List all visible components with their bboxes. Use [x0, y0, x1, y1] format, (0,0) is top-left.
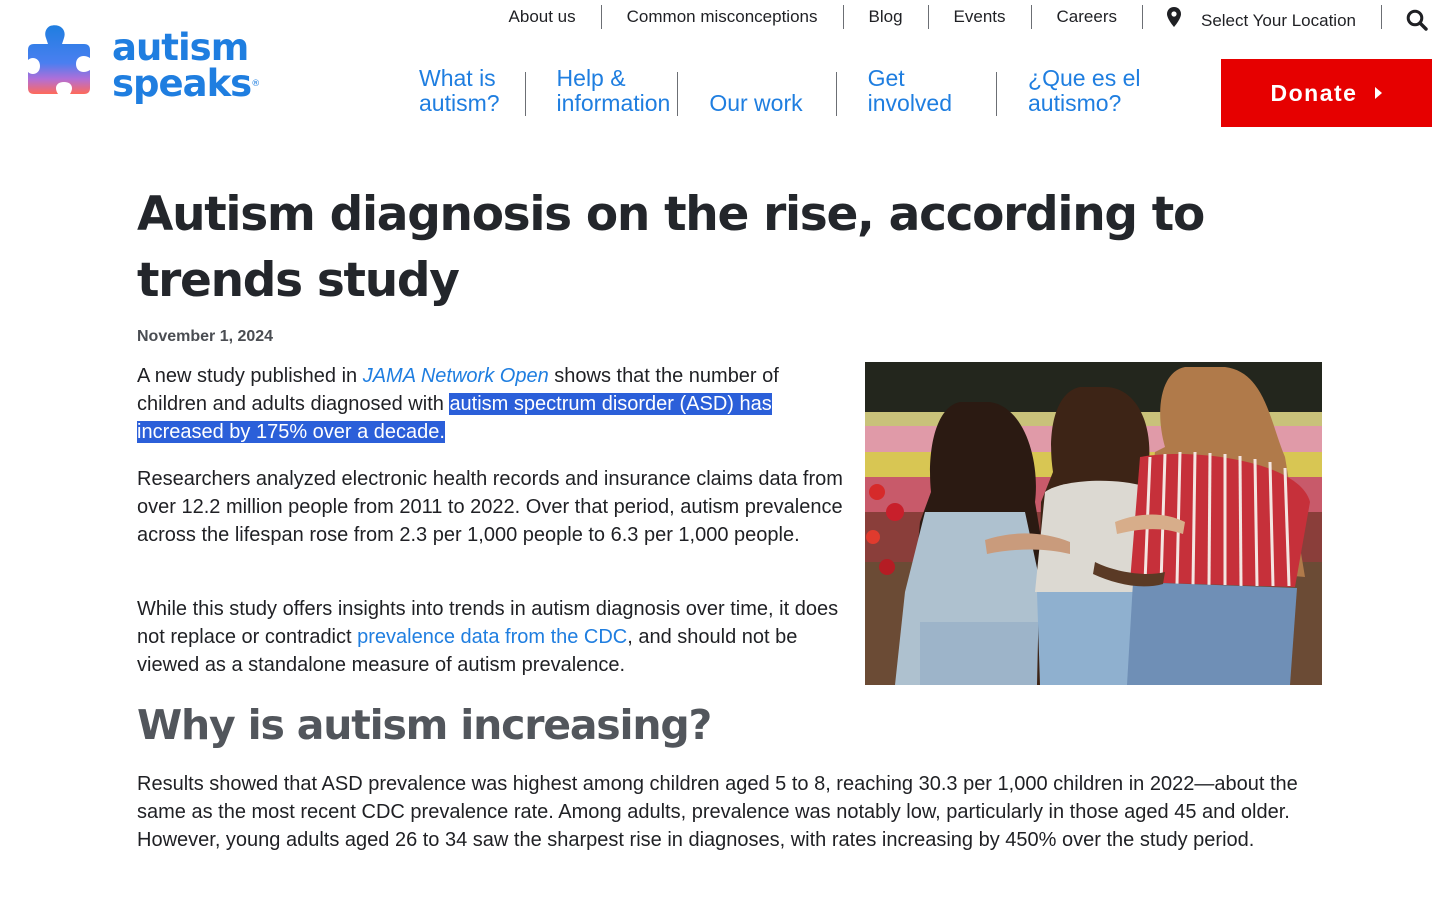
nav-link-our-work[interactable]: Our work [709, 91, 802, 116]
nav-link-get-involved[interactable]: Get involved [868, 66, 952, 116]
map-pin-icon [1166, 7, 1181, 27]
nav-label-line2: autism? [419, 90, 500, 116]
article-date: November 1, 2024 [137, 328, 274, 345]
donate-button[interactable]: Donate [1221, 59, 1432, 127]
nav-label-line2: involved [867, 90, 953, 116]
section-heading: Why is autism increasing? [137, 701, 712, 749]
jama-network-open-link[interactable]: JAMA Network Open [363, 365, 549, 387]
registered-mark: ® [251, 79, 261, 89]
utility-link-common-misconceptions[interactable]: Common misconceptions [602, 5, 843, 29]
autism-speaks-logo[interactable]: autism speaks® [26, 24, 260, 108]
puzzle-piece-icon [28, 25, 90, 94]
nav-item-our-work: Our work [678, 64, 837, 116]
utility-link-careers[interactable]: Careers [1032, 5, 1142, 29]
nav-label-line2: information [556, 90, 671, 116]
nav-label: Our work [709, 90, 803, 116]
search-icon [1406, 9, 1428, 31]
nav-link-help-information[interactable]: Help & information [557, 66, 671, 116]
donate-label: Donate [1270, 79, 1358, 106]
nav-link-que-es-el-autismo[interactable]: ¿Que es el autismo? [1028, 66, 1141, 116]
article-paragraph-1: A new study published in JAMA Network Op… [137, 362, 849, 446]
utility-link-events[interactable]: Events [929, 5, 1031, 29]
text-span: A new study published in [137, 365, 363, 387]
utility-link-about-us[interactable]: About us [484, 5, 601, 29]
three-women-flower-field-photo [865, 362, 1322, 685]
brand-wordmark: autism speaks® [112, 26, 261, 105]
nav-item-what-is-autism: What is autism? [393, 64, 526, 116]
article-paragraph-3: While this study offers insights into tr… [137, 595, 849, 679]
nav-label-line1: What is [419, 65, 496, 91]
nav-label-line2: autismo? [1028, 90, 1122, 116]
nav-item-que-es-el-autismo: ¿Que es el autismo? [997, 64, 1141, 116]
utility-nav: About us Common misconceptions Blog Even… [484, 0, 1428, 34]
nav-item-get-involved: Get involved [837, 64, 998, 116]
select-location-label: Select Your Location [1200, 11, 1356, 30]
brand-name-line2: speaks [112, 62, 252, 105]
article-paragraph-2: Researchers analyzed electronic health r… [137, 468, 843, 546]
nav-link-what-is-autism[interactable]: What is autism? [419, 66, 500, 116]
main-nav: What is autism? Help & information Our wor… [393, 64, 1141, 116]
nav-label-line1: Get [867, 65, 905, 91]
utility-link-blog[interactable]: Blog [844, 5, 928, 29]
nav-label-line1: ¿Que es el [1028, 65, 1141, 91]
nav-label-line1: Help & [556, 65, 626, 91]
select-location-link[interactable]: Select Your Location [1143, 5, 1381, 30]
cdc-prevalence-link[interactable]: prevalence data from the CDC [357, 626, 627, 648]
article-photo [865, 362, 1322, 685]
article-paragraph-4: Results showed that ASD prevalence was h… [137, 773, 1298, 851]
nav-item-help-information: Help & information [526, 64, 679, 116]
search-button[interactable] [1382, 8, 1428, 32]
brand-name-line1: autism [112, 26, 249, 69]
caret-right-icon [1375, 87, 1383, 99]
article-title: Autism diagnosis on the rise, according … [137, 187, 1205, 308]
